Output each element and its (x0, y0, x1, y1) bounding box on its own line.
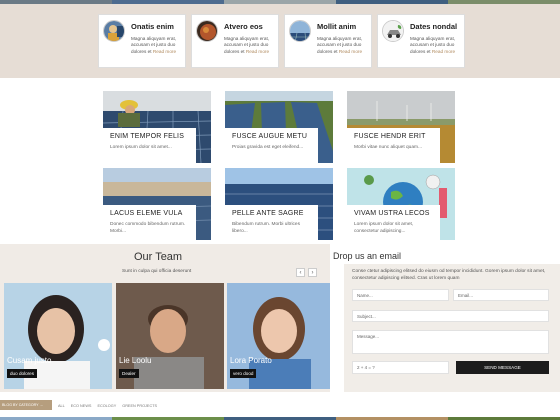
post-title[interactable]: PELLE ANTE SAGRE (232, 210, 313, 217)
post-excerpt: Lorem ipsum dolor sit amet... (110, 145, 172, 150)
eco-car-icon (382, 20, 404, 42)
contact-form: Conse ctetur adipiscing elitsed do eiusm… (344, 264, 560, 392)
member-role: duo dolores (7, 369, 38, 378)
post-title[interactable]: ENIM TEMPOR FELIS (110, 133, 191, 140)
post-excerpt: Lorem ipsum dolor sit amet, consectetur … (354, 222, 414, 234)
post-caption: LACUS ELEME VULA Donec commodo bibendum … (103, 205, 196, 240)
post-title[interactable]: VIVAM USTRA LECOS (354, 210, 435, 217)
contact-section: Drop us an email Conse ctetur adipiscing… (330, 244, 560, 392)
member-role: Dealer (119, 369, 139, 378)
post-caption: FUSCE AUGUE METU Proias gravida est eget… (225, 128, 318, 163)
feature-desc: Magna aliquyam erat, accusam et justo du… (224, 36, 270, 54)
member-role: vero dood (230, 369, 257, 378)
feature-desc: Magna aliquyam erat, accusam et justo du… (410, 36, 456, 54)
worker-icon (103, 20, 125, 42)
team-member-card[interactable]: Lora Porato vero dood (227, 283, 335, 389)
post-title[interactable]: FUSCE AUGUE METU (232, 133, 313, 140)
blog-category-bar: BLOG BY CATEGORY → ALL ECO NEWS ECOLOGY … (0, 392, 560, 420)
email-field[interactable]: Email... (453, 289, 549, 301)
team-member-card[interactable]: Cusam justo duo dolores (4, 283, 112, 389)
subject-field[interactable]: Subject... (352, 310, 549, 322)
member-name: Cusam justo (7, 356, 52, 365)
post-excerpt: Bibendum rutrum. Morbi ultrices libero..… (232, 222, 300, 234)
member-name: Lie Loolu (119, 356, 152, 365)
feature-desc: Magna aliquyam erat, accusam et justo du… (317, 36, 363, 54)
post-excerpt: Morbi vitae nunc aliquet quam... (354, 145, 422, 150)
next-arrow-icon[interactable]: › (308, 268, 317, 277)
solar-panel-icon (289, 20, 311, 42)
read-more-link[interactable]: Read more (246, 49, 269, 54)
category-button[interactable]: BLOG BY CATEGORY → (0, 400, 52, 410)
post-caption: PELLE ANTE SAGRE Bibendum rutrum. Morbi … (225, 205, 318, 240)
post-card[interactable]: ENIM TEMPOR FELIS Lorem ipsum dolor sit … (103, 91, 211, 163)
feature-card[interactable]: Atvero eos Magna aliquyam erat, accusam … (191, 14, 279, 68)
post-caption: ENIM TEMPOR FELIS Lorem ipsum dolor sit … (103, 128, 196, 163)
feature-card[interactable]: Onatis enim Magna aliquyam erat, accusam… (98, 14, 186, 68)
tag-green-projects[interactable]: GREEN PROJECTS (122, 404, 157, 408)
tag-eco-news[interactable]: ECO NEWS (71, 404, 92, 408)
tag-all[interactable]: ALL (58, 404, 65, 408)
post-excerpt: Donec commodo bibendum rutrum. Morbi... (110, 222, 186, 234)
posts-grid: ENIM TEMPOR FELIS Lorem ipsum dolor sit … (0, 78, 560, 244)
message-field[interactable]: Message... (352, 330, 549, 354)
post-caption: VIVAM USTRA LECOS Lorem ipsum dolor sit … (347, 205, 440, 240)
read-more-link[interactable]: Read more (432, 49, 455, 54)
read-more-link[interactable]: Read more (153, 49, 176, 54)
post-caption: FUSCE HENDR ERIT Morbi vitae nunc alique… (347, 128, 440, 163)
post-card[interactable]: VIVAM USTRA LECOS Lorem ipsum dolor sit … (347, 168, 455, 240)
send-message-button[interactable]: SEND MESSAGE (456, 361, 549, 374)
team-member-card[interactable]: Lie Loolu Dealer (116, 283, 224, 389)
post-card[interactable]: PELLE ANTE SAGRE Bibendum rutrum. Morbi … (225, 168, 333, 240)
feature-title: Dates nondal (410, 22, 458, 31)
globe-icon (196, 20, 218, 42)
team-subtitle: Sunt in culpa qui officia deserunt (122, 269, 192, 274)
contact-title: Drop us an email (333, 251, 402, 261)
captcha-field[interactable]: 2 + 4 = ? (352, 361, 449, 374)
tag-ecology[interactable]: ECOLOGY (97, 404, 116, 408)
post-excerpt: Proias gravida est eget eleifend... (232, 145, 304, 150)
post-card[interactable]: FUSCE HENDR ERIT Morbi vitae nunc alique… (347, 91, 455, 163)
post-card[interactable]: FUSCE AUGUE METU Proias gravida est eget… (225, 91, 333, 163)
category-tags: ALL ECO NEWS ECOLOGY GREEN PROJECTS (58, 404, 157, 408)
post-title[interactable]: FUSCE HENDR ERIT (354, 133, 435, 140)
post-card[interactable]: LACUS ELEME VULA Donec commodo bibendum … (103, 168, 211, 240)
feature-card[interactable]: Mollit anim Magna aliquyam erat, accusam… (284, 14, 372, 68)
feature-title: Onatis enim (131, 22, 174, 31)
feature-title: Mollit anim (317, 22, 357, 31)
feature-cards: Onatis enim Magna aliquyam erat, accusam… (98, 14, 465, 68)
name-field[interactable]: Name... (352, 289, 449, 301)
contact-intro: Conse ctetur adipiscing elitsed do eiusm… (352, 269, 546, 281)
feature-card[interactable]: Dates nondal Magna aliquyam erat, accusa… (377, 14, 465, 68)
features-band: Onatis enim Magna aliquyam erat, accusam… (0, 4, 560, 78)
team-section: Our Team Sunt in culpa qui officia deser… (0, 244, 335, 392)
team-title: Our Team (134, 251, 183, 263)
feature-desc: Magna aliquyam erat, accusam et justo du… (131, 36, 177, 54)
member-name: Lora Porato (230, 356, 272, 365)
post-title[interactable]: LACUS ELEME VULA (110, 210, 191, 217)
feature-title: Atvero eos (224, 22, 263, 31)
prev-arrow-icon[interactable]: ‹ (296, 268, 305, 277)
read-more-link[interactable]: Read more (339, 49, 362, 54)
